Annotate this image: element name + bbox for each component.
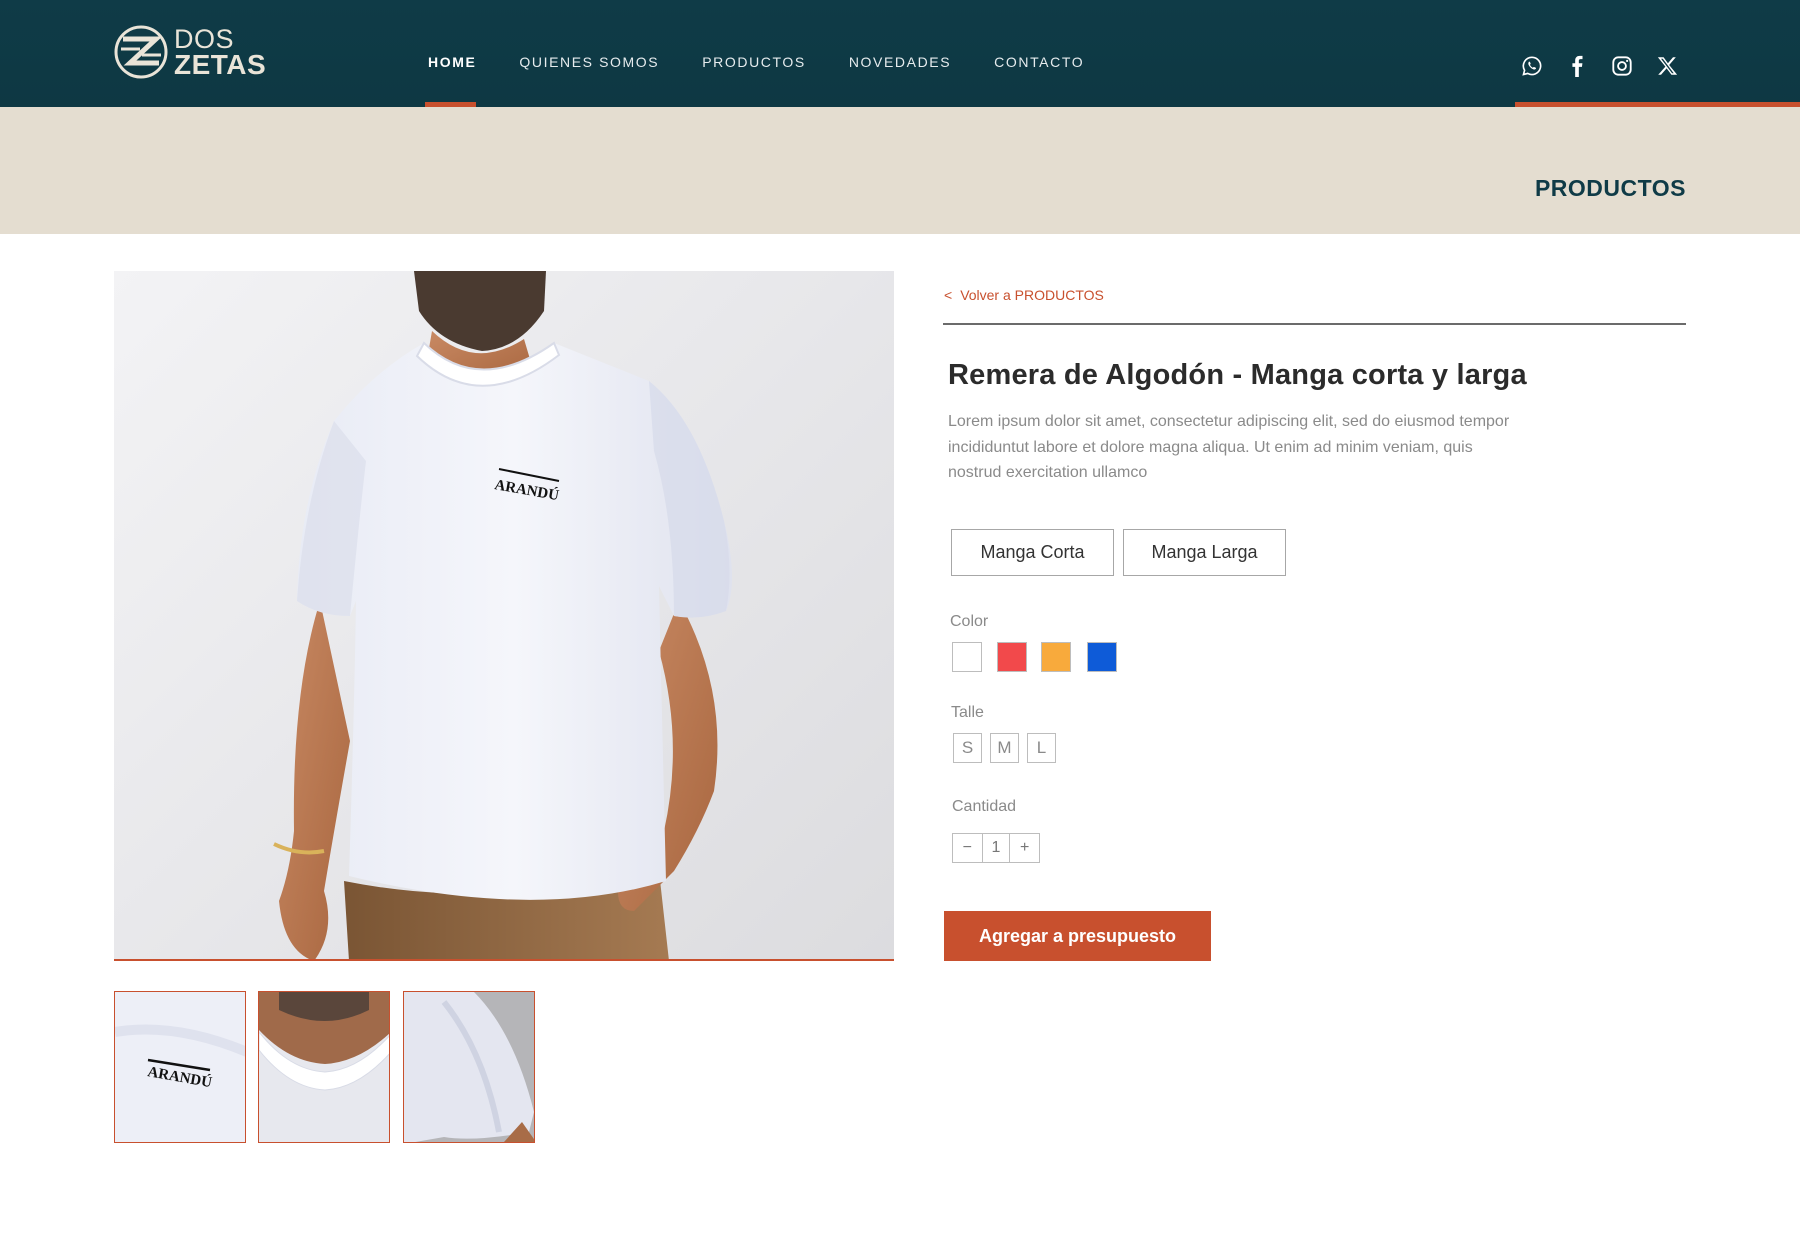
thumbnail-image [404, 992, 534, 1142]
thumbnail-print[interactable]: ARANDÚ [114, 991, 246, 1143]
nav-contacto-label: CONTACTO [994, 54, 1085, 70]
nav-novedades[interactable]: NOVEDADES [849, 54, 951, 107]
size-option-s[interactable]: S [953, 733, 982, 763]
size-label: Talle [951, 704, 984, 721]
nav-productos[interactable]: PRODUCTOS [702, 54, 806, 107]
quantity-increment-button[interactable]: + [1010, 834, 1039, 862]
facebook-icon[interactable] [1563, 52, 1591, 80]
product-description: Lorem ipsum dolor sit amet, consectetur … [948, 413, 1510, 481]
thumbnail-image [259, 992, 389, 1142]
quantity-stepper: − 1 + [952, 833, 1040, 863]
color-swatch-red[interactable] [997, 642, 1027, 672]
thumbnail-sleeve[interactable] [403, 991, 535, 1143]
chevron-left-icon: < [944, 287, 953, 303]
nav-home-label: HOME [428, 54, 477, 70]
instagram-icon[interactable] [1608, 52, 1636, 80]
thumbnail-image: ARANDÚ [115, 992, 245, 1142]
nav-contacto[interactable]: CONTACTO [994, 54, 1084, 107]
color-swatch-blue[interactable] [1087, 642, 1117, 672]
nav-novedades-label: NOVEDADES [848, 54, 952, 70]
logo-wordmark: DOS ZETAS [174, 26, 267, 80]
banner-title: PRODUCTOS [1534, 175, 1686, 201]
quantity-value[interactable]: 1 [981, 834, 1011, 862]
quantity-label: Cantidad [952, 798, 1017, 815]
nav-quienes-somos[interactable]: QUIENES SOMOS [519, 54, 659, 107]
whatsapp-icon[interactable] [1518, 52, 1546, 80]
quantity-decrement-button[interactable]: − [953, 834, 982, 862]
size-option-m[interactable]: M [990, 733, 1019, 763]
logo-icon [114, 25, 168, 79]
main-nav: HOME QUIENES SOMOS PRODUCTOS NOVEDADES C… [425, 54, 1127, 107]
add-to-quote-button[interactable]: Agregar a presupuesto [944, 911, 1211, 961]
nav-productos-label: PRODUCTOS [702, 54, 806, 70]
product-main-image[interactable]: ARANDÚ [114, 271, 894, 961]
color-swatch-orange[interactable] [1041, 642, 1071, 672]
tshirt-photo: ARANDÚ [273, 271, 733, 959]
size-option-l[interactable]: L [1027, 733, 1056, 763]
sleeve-option-short[interactable]: Manga Corta [951, 529, 1114, 576]
sleeve-option-long[interactable]: Manga Larga [1123, 529, 1286, 576]
x-twitter-icon[interactable] [1653, 52, 1681, 80]
divider [943, 323, 1686, 325]
social-links [1518, 52, 1698, 80]
logo[interactable]: DOS ZETAS [114, 24, 266, 80]
site-header: DOS ZETAS HOME QUIENES SOMOS PRODUCTOS N… [0, 0, 1800, 107]
page-banner: PRODUCTOS [0, 107, 1800, 234]
color-swatch-white[interactable] [952, 642, 982, 672]
nav-quienes-somos-label: QUIENES SOMOS [519, 54, 660, 70]
logo-line2: ZETAS [174, 49, 267, 80]
color-label: Color [950, 613, 989, 630]
back-link-label: Volver a PRODUCTOS [960, 287, 1104, 303]
nav-home[interactable]: HOME [425, 54, 477, 107]
thumbnail-collar[interactable] [258, 991, 390, 1143]
product-title: Remera de Algodón - Manga corta y larga [948, 359, 1527, 391]
back-to-products-link[interactable]: < Volver a PRODUCTOS [944, 287, 1104, 303]
